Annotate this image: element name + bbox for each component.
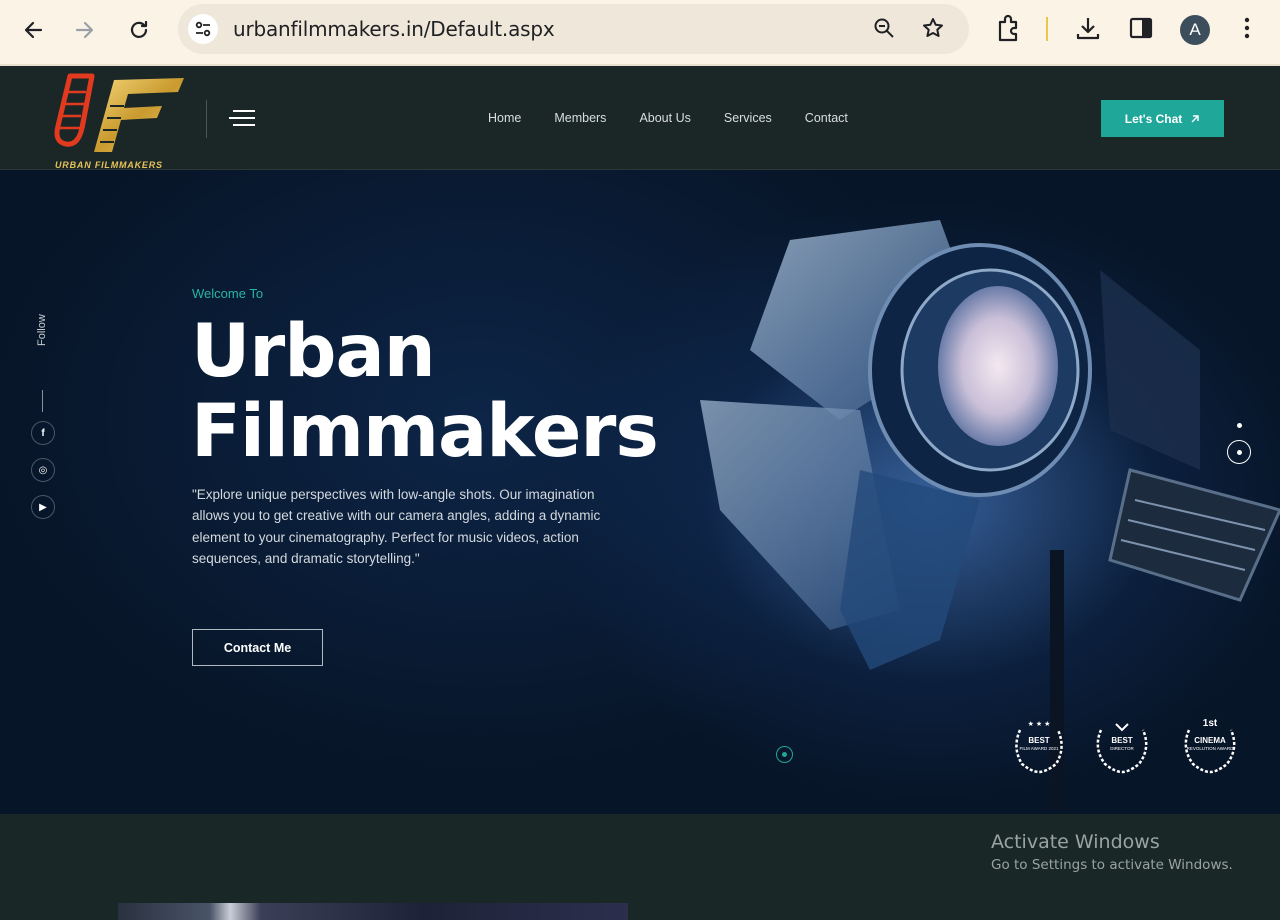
- site-info-icon[interactable]: [188, 14, 218, 44]
- forward-icon[interactable]: [69, 14, 101, 46]
- hamburger-menu-icon[interactable]: [229, 110, 255, 128]
- logo-wordmark: URBAN FILMMAKERS: [55, 160, 163, 170]
- more-menu-icon[interactable]: [1236, 14, 1258, 47]
- lets-chat-label: Let's Chat: [1124, 111, 1183, 126]
- address-bar[interactable]: urbanfilmmakers.in/Default.aspx: [178, 4, 969, 54]
- back-icon[interactable]: [17, 14, 49, 46]
- hero-description: "Explore unique perspectives with low-an…: [192, 487, 601, 566]
- profile-avatar[interactable]: A: [1180, 15, 1210, 45]
- welcome-text: Welcome To: [192, 286, 264, 301]
- hero-title-line2: Filmmakers: [191, 389, 659, 474]
- hero-title: Urban Filmmakers: [191, 309, 659, 474]
- zoom-icon[interactable]: [872, 16, 896, 45]
- award-best-director: BEST DIRECTOR: [1091, 716, 1153, 778]
- slider-dot-active[interactable]: [1227, 440, 1251, 464]
- main-nav: Home Members About Us Services Contact: [488, 111, 881, 125]
- facebook-icon[interactable]: f: [31, 421, 55, 445]
- follow-label: Follow: [36, 314, 48, 346]
- instagram-icon[interactable]: ◎: [31, 458, 55, 482]
- youtube-icon[interactable]: ▶: [31, 495, 55, 519]
- nav-members[interactable]: Members: [554, 111, 606, 125]
- contact-me-button[interactable]: Contact Me: [192, 629, 323, 666]
- hero-section: Welcome To Urban Filmmakers "Explore uni…: [0, 170, 1280, 814]
- award-best-film: ★ ★ ★ BEST FILM AWARD 2021: [1008, 716, 1070, 778]
- nav-services[interactable]: Services: [724, 111, 772, 125]
- extensions-icon[interactable]: [996, 14, 1022, 47]
- bookmark-star-icon[interactable]: [921, 16, 945, 45]
- url-text[interactable]: urbanfilmmakers.in/Default.aspx: [233, 17, 555, 41]
- slider-dot[interactable]: [1237, 423, 1242, 428]
- reload-icon[interactable]: [123, 14, 155, 46]
- arrow-up-right-icon: [1191, 114, 1199, 122]
- download-icon[interactable]: [1074, 14, 1102, 47]
- nav-home[interactable]: Home: [488, 111, 521, 125]
- svg-text:★ ★ ★: ★ ★ ★: [1028, 720, 1051, 728]
- hero-title-line1: Urban: [191, 309, 436, 394]
- urban-filmmakers-logo[interactable]: URBAN FILMMAKERS: [52, 72, 186, 172]
- follow-divider: [42, 390, 43, 412]
- side-panel-icon[interactable]: [1128, 14, 1154, 47]
- next-section: Activate Windows Go to Settings to activ…: [0, 814, 1280, 920]
- site-header: URBAN FILMMAKERS Home Members About Us S…: [0, 64, 1280, 170]
- award-cinema-revolution: 1st CINEMA REVOLUTION AWARD: [1179, 716, 1241, 778]
- nav-contact[interactable]: Contact: [805, 111, 848, 125]
- scroll-indicator: [776, 746, 793, 763]
- browser-toolbar: urbanfilmmakers.in/Default.aspx A: [0, 0, 1280, 64]
- lets-chat-button[interactable]: Let's Chat: [1101, 100, 1224, 137]
- toolbar-divider: [1046, 17, 1048, 41]
- activate-windows-watermark: Activate Windows Go to Settings to activ…: [991, 831, 1233, 873]
- header-divider: [206, 100, 207, 138]
- section-image: [118, 903, 628, 920]
- nav-about-us[interactable]: About Us: [639, 111, 690, 125]
